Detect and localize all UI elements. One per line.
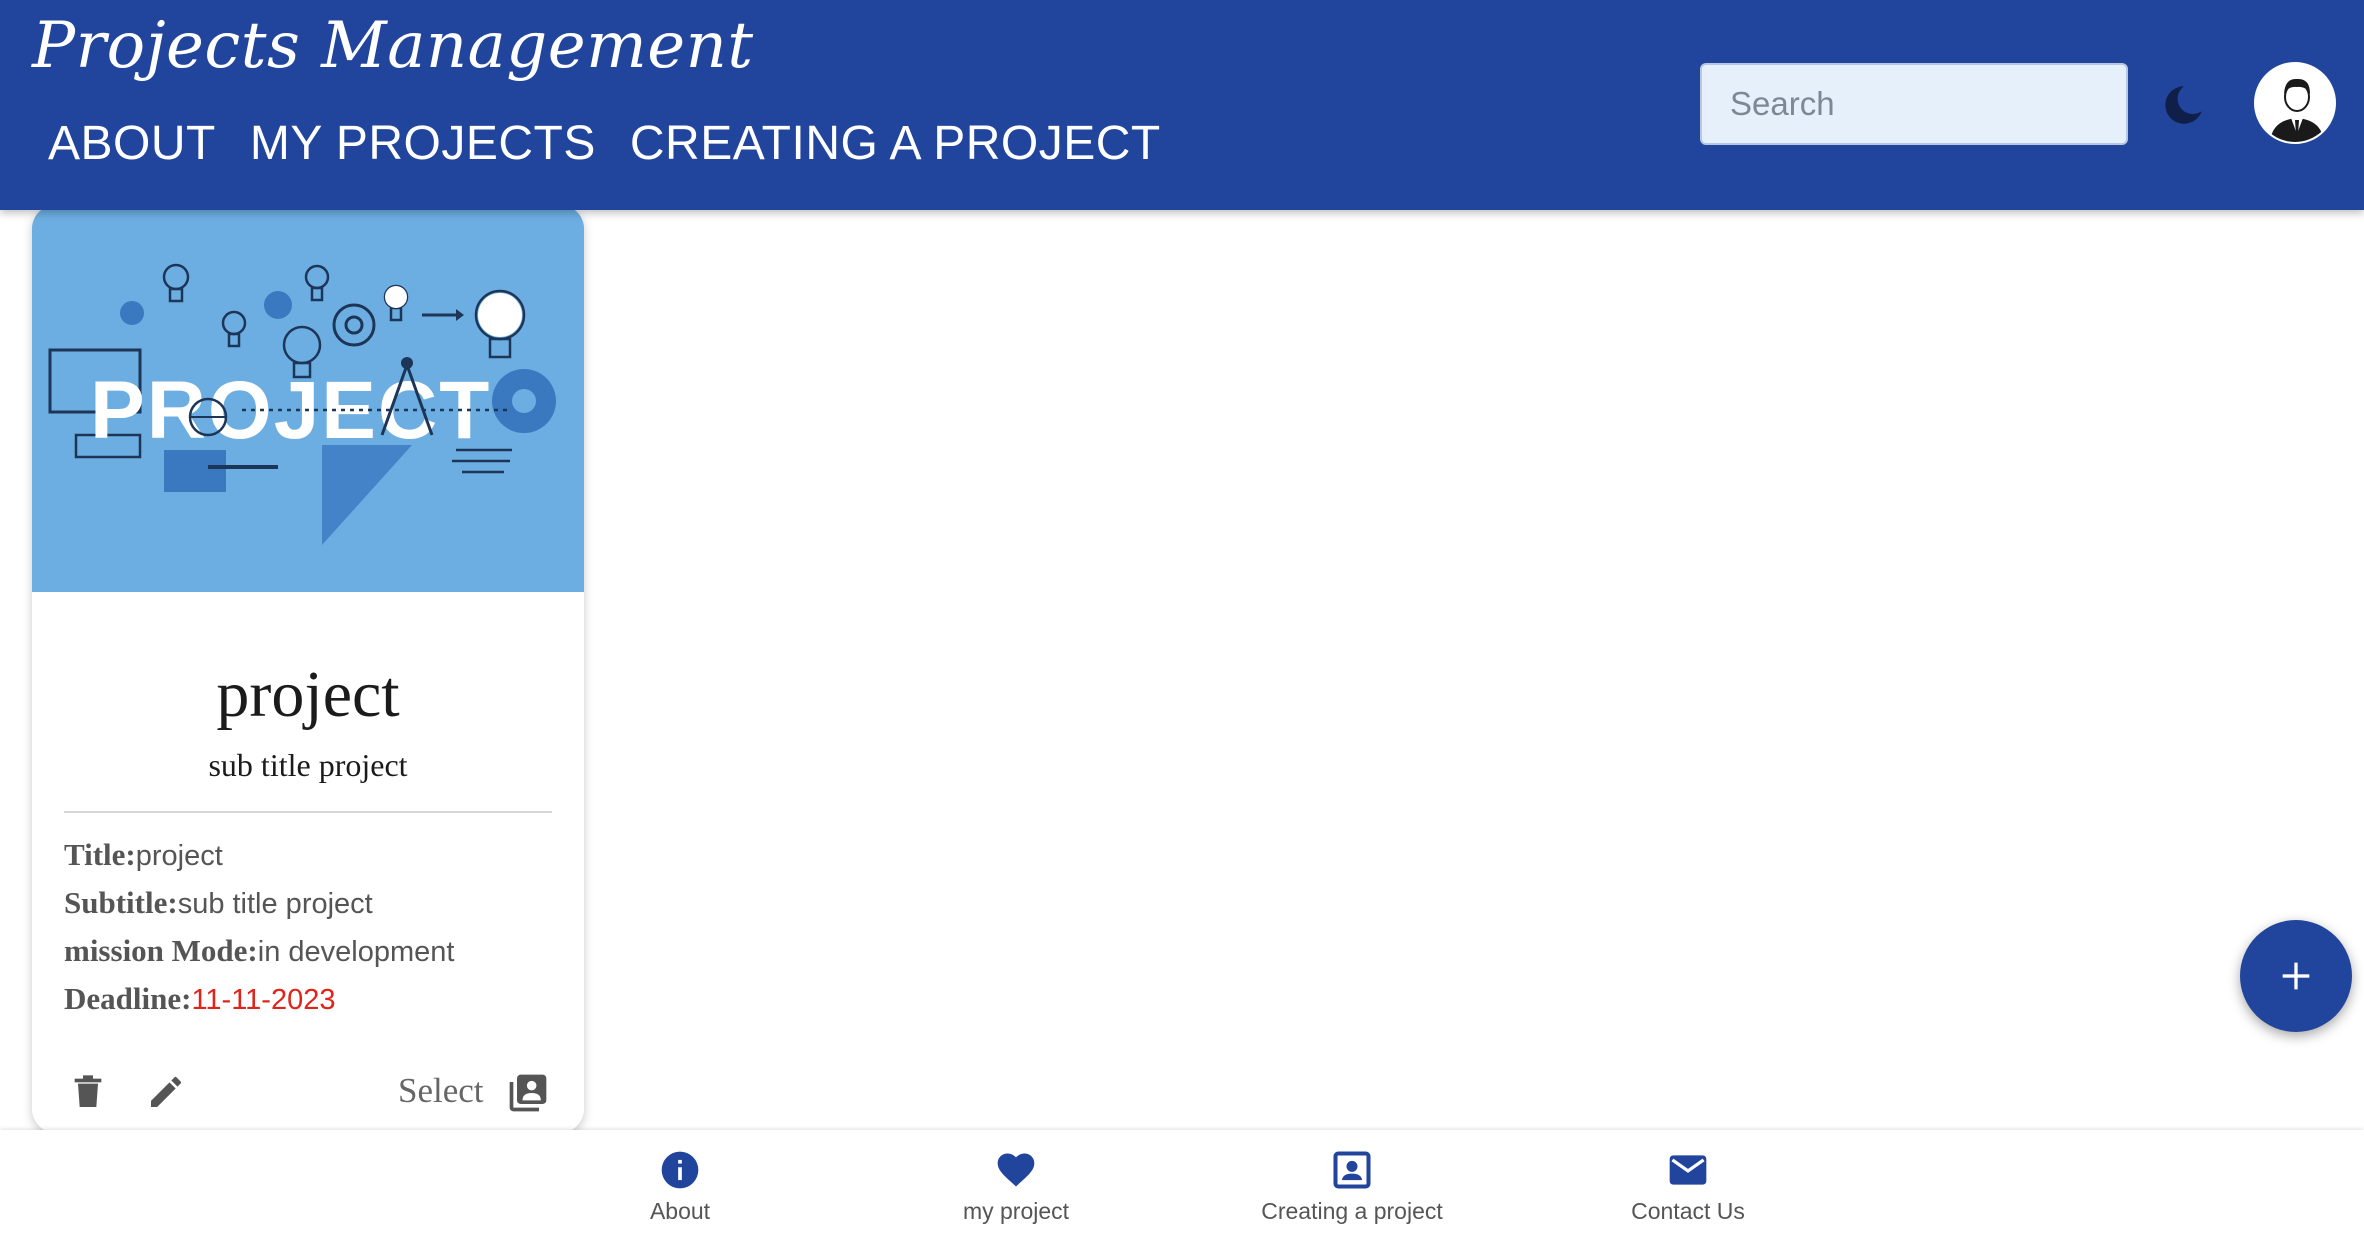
card-subtitle: sub title project [208,747,408,783]
project-details: Title:project Subtitle:sub title project… [64,831,454,1023]
nav-my-projects[interactable]: MY PROJECTS [250,112,596,176]
heart-icon [997,1153,1035,1187]
detail-subtitle: Subtitle:sub title project [64,879,454,927]
card-title: project [216,658,400,731]
bottom-nav-label: my project [962,1198,1070,1224]
info-icon [661,1151,699,1189]
bottom-nav-about[interactable]: About [530,1148,830,1225]
bottom-nav-label: About [649,1198,711,1224]
deadline-value: 11-11-2023 [191,984,336,1016]
project-banner-image: PROJECT [32,205,584,592]
nav-creating-project[interactable]: CREATING A PROJECT [630,112,1161,176]
plus-icon [2282,962,2310,990]
detail-value: sub title project [177,888,373,920]
card-divider [64,811,552,813]
user-avatar[interactable] [2254,62,2336,144]
detail-title: Title:project [64,831,454,879]
bottom-navigation: About my project Creating a project Cont… [0,1130,2364,1240]
detail-label: Title: [64,837,136,872]
detail-label: mission Mode: [64,933,258,968]
bottom-nav-creating-project[interactable]: Creating a project [1202,1148,1502,1225]
contact-card-icon [1333,1151,1371,1189]
detail-label: Subtitle: [64,885,178,920]
bottom-nav-my-project[interactable]: my project [866,1148,1166,1225]
add-project-button[interactable] [2240,920,2352,1032]
pencil-icon[interactable] [146,1070,186,1114]
nav-about[interactable]: ABOUT [48,112,216,176]
search-input[interactable] [1730,85,2155,123]
bottom-nav-contact-us[interactable]: Contact Us [1538,1148,1838,1225]
project-illustration: PROJECT [32,205,584,592]
select-button[interactable]: Select [398,1067,484,1115]
detail-deadline: Deadline:11-11-2023 [64,975,454,1023]
bottom-nav-label: Contact Us [1631,1198,1745,1224]
mail-icon [1669,1155,1707,1185]
detail-mission-mode: mission Mode:in development [64,927,454,975]
app-header: Projects Management ABOUT MY PROJECTS CR… [0,0,2364,210]
main-nav: ABOUT MY PROJECTS CREATING A PROJECT [48,112,1161,176]
moon-icon[interactable] [2158,80,2208,130]
person-icon [2257,65,2334,142]
library-icon[interactable] [506,1071,550,1115]
detail-value: in development [257,936,455,968]
project-card: PROJECT project sub title project Title:… [32,205,584,1133]
detail-value: project [135,840,223,872]
app-title: Projects Management [32,9,754,83]
bottom-nav-label: Creating a project [1261,1198,1443,1224]
trash-icon[interactable] [68,1070,108,1114]
detail-label: Deadline: [64,981,192,1016]
search-box [1700,63,2155,145]
